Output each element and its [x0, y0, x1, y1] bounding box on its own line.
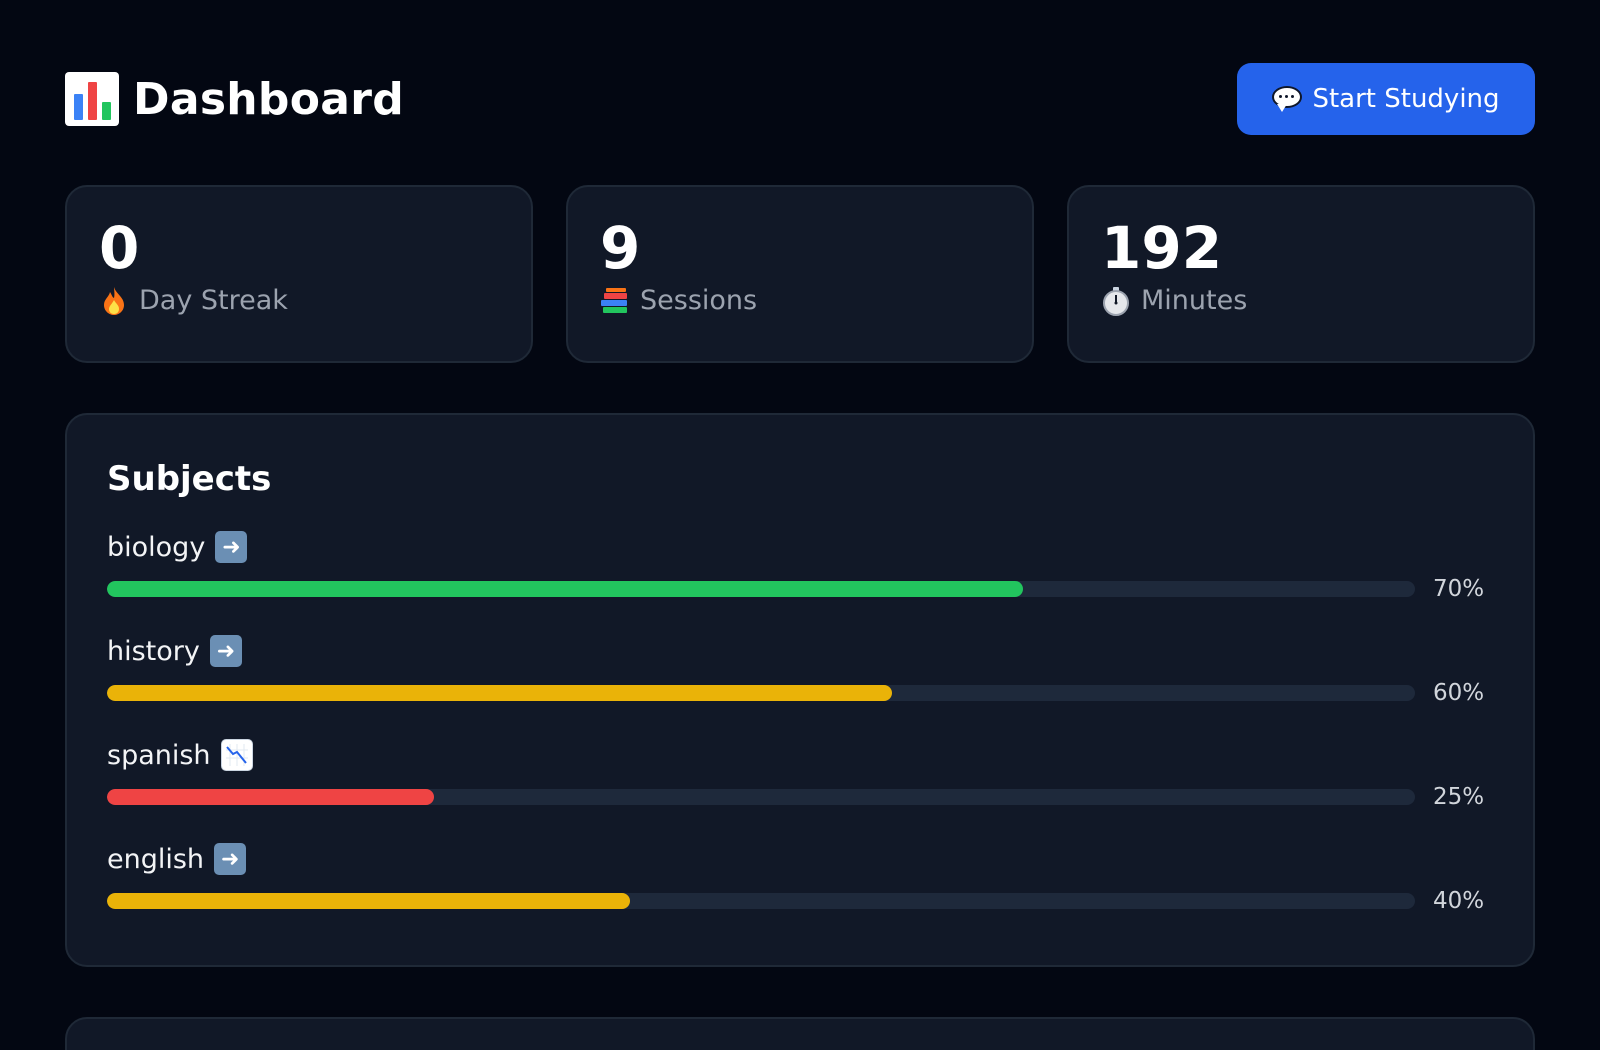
subject-name-row: english ➜ — [107, 841, 1493, 877]
stat-card-minutes: 192 Minutes — [1067, 185, 1535, 363]
fire-icon — [99, 286, 129, 316]
streak-value: 0 — [99, 214, 140, 282]
minutes-label-row: Minutes — [1101, 285, 1501, 316]
subjects-title: Subjects — [107, 459, 272, 499]
start-studying-button[interactable]: Start Studying — [1237, 63, 1535, 135]
subject-name-row: history ➜ — [107, 633, 1493, 669]
minutes-label: Minutes — [1141, 285, 1248, 316]
sessions-label-row: Sessions — [600, 285, 1000, 316]
minutes-value: 192 — [1101, 214, 1223, 282]
progress-fill — [107, 893, 631, 909]
sessions-value: 9 — [600, 214, 641, 282]
subject-row-english[interactable]: english ➜ 40% — [107, 841, 1493, 914]
progress-percent: 70% — [1433, 576, 1485, 602]
speech-bubble-icon — [1272, 86, 1303, 112]
subject-name: history — [107, 635, 200, 667]
start-studying-label: Start Studying — [1312, 84, 1500, 114]
subject-row-history[interactable]: history ➜ 60% — [107, 633, 1493, 706]
progress-track — [107, 581, 1415, 597]
subjects-card: Subjects biology ➜ 70% history ➜ 60% spa… — [65, 413, 1535, 967]
subject-name: biology — [107, 531, 206, 563]
progress-fill — [107, 581, 1023, 597]
progress-fill — [107, 685, 892, 701]
stat-card-streak: 0 Day Streak — [65, 185, 533, 363]
bottom-card-partial — [65, 1017, 1535, 1050]
progress-line: 70% — [107, 576, 1497, 602]
page-title: Dashboard — [133, 73, 405, 125]
subject-name-row: biology ➜ — [107, 529, 1493, 565]
chart-decreasing-icon — [220, 739, 253, 771]
progress-track — [107, 789, 1415, 805]
sessions-label: Sessions — [640, 285, 758, 316]
streak-label-row: Day Streak — [99, 285, 499, 316]
dashboard-page: Dashboard Start Studying 0 Day Streak 9 … — [0, 0, 1600, 1050]
progress-fill — [107, 789, 434, 805]
bar-chart-icon — [65, 72, 119, 126]
right-arrow-icon: ➜ — [209, 635, 242, 667]
progress-line: 60% — [107, 680, 1497, 706]
subject-name-row: spanish — [107, 737, 1493, 773]
title-group: Dashboard — [65, 72, 404, 126]
books-icon — [600, 286, 630, 316]
right-arrow-icon: ➜ — [214, 843, 247, 875]
subject-name: spanish — [107, 739, 211, 771]
progress-percent: 40% — [1433, 888, 1485, 914]
subject-name: english — [107, 843, 205, 875]
progress-track — [107, 685, 1415, 701]
progress-percent: 60% — [1433, 680, 1485, 706]
right-arrow-icon: ➜ — [215, 531, 248, 563]
stats-row: 0 Day Streak 9 Sessions 192 Minutes — [65, 185, 1535, 363]
progress-line: 25% — [107, 784, 1497, 810]
subject-row-biology[interactable]: biology ➜ 70% — [107, 529, 1493, 602]
progress-track — [107, 893, 1415, 909]
progress-line: 40% — [107, 888, 1497, 914]
header: Dashboard Start Studying — [65, 63, 1535, 135]
streak-label: Day Streak — [139, 285, 288, 316]
stat-card-sessions: 9 Sessions — [566, 185, 1034, 363]
stopwatch-icon — [1101, 286, 1131, 316]
subject-row-spanish[interactable]: spanish 25% — [107, 737, 1493, 810]
progress-percent: 25% — [1433, 784, 1485, 810]
